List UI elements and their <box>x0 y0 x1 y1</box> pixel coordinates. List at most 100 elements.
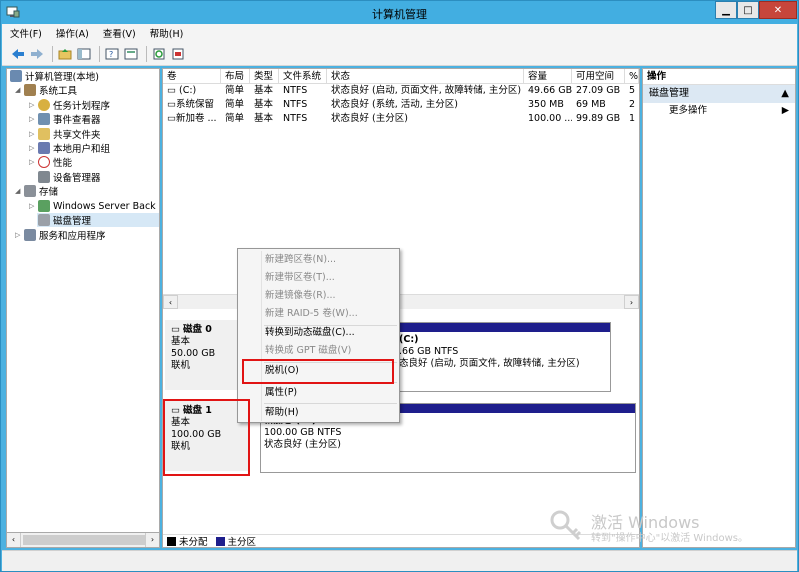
column-header-capacity[interactable]: 容量 <box>524 69 572 83</box>
tree-item-local-users[interactable]: ▷ 本地用户和组 <box>29 141 110 155</box>
title-bar[interactable]: 计算机管理 ▁ □ ✕ <box>1 1 798 24</box>
cell-capacity: 49.66 GB <box>528 85 572 96</box>
column-header-type[interactable]: 类型 <box>250 69 279 83</box>
cell-status: 状态良好 (启动, 页面文件, 故障转储, 主分区) <box>331 85 522 96</box>
minimize-button[interactable]: ▁ <box>715 1 737 19</box>
tree-item-root[interactable]: 计算机管理(本地) <box>9 69 99 83</box>
disk-size: 50.00 GB <box>171 348 216 359</box>
menu-item-convert-gpt: 转换成 GPT 磁盘(V) <box>265 345 352 356</box>
volume-size: 100.00 GB NTFS <box>264 427 342 438</box>
tree-label: 计算机管理(本地) <box>25 72 99 83</box>
navigation-tree: 计算机管理(本地) ◢ 系统工具 ▷ 任务计划程序 ▷ 事件查看器 ▷ 共享文件夹 ▷ 本… <box>6 68 160 548</box>
expand-arrow-icon[interactable]: ▷ <box>29 158 37 166</box>
table-horizontal-scrollbar[interactable]: ‹ › <box>163 294 639 309</box>
scroll-left-icon[interactable]: ‹ <box>7 533 21 547</box>
disk1-highlight-box <box>163 399 250 476</box>
scroll-thumb[interactable] <box>23 535 145 545</box>
up-folder-icon[interactable] <box>57 46 73 62</box>
refresh-icon[interactable] <box>151 46 167 62</box>
close-button[interactable]: ✕ <box>759 1 797 19</box>
cell-capacity: 350 MB <box>528 99 564 110</box>
help-icon[interactable]: ? <box>104 46 120 62</box>
tree-label: 存储 <box>39 187 59 198</box>
tree-label: 系统工具 <box>39 86 78 97</box>
tree-item-services-apps[interactable]: ▷ 服务和应用程序 <box>15 228 106 242</box>
collapse-arrow-icon[interactable]: ◢ <box>15 187 23 195</box>
volume-table-header: 卷 布局 类型 文件系统 状态 容量 可用空间 % <box>163 69 639 84</box>
expand-arrow-icon[interactable]: ▷ <box>29 101 37 109</box>
scroll-right-icon[interactable]: › <box>145 533 159 547</box>
submenu-arrow-icon: ▶ <box>781 105 789 116</box>
collapse-up-icon[interactable]: ▲ <box>781 85 789 103</box>
menu-item-help[interactable]: 帮助(H) <box>238 404 399 422</box>
expand-arrow-icon[interactable]: ▷ <box>29 202 37 210</box>
tools-icon <box>24 84 36 96</box>
column-header-layout[interactable]: 布局 <box>221 69 250 83</box>
column-header-volume[interactable]: 卷 <box>163 69 221 83</box>
cell-percent: 2 <box>629 99 636 110</box>
window-title: 计算机管理 <box>372 8 427 21</box>
tree-label: 本地用户和组 <box>53 144 111 155</box>
properties-icon[interactable] <box>123 46 139 62</box>
cell-filesystem: NTFS <box>283 85 308 96</box>
disk-name-text: 磁盘 0 <box>183 324 212 335</box>
tree-item-task-scheduler[interactable]: ▷ 任务计划程序 <box>29 98 110 112</box>
column-header-status[interactable]: 状态 <box>327 69 524 83</box>
tree-item-shared-folders[interactable]: ▷ 共享文件夹 <box>29 127 101 141</box>
disk-name: ▭ 磁盘 0 <box>171 324 212 335</box>
actions-pane: 操作 磁盘管理 ▲ 更多操作 ▶ <box>642 68 796 548</box>
volume-name: 系统保留 <box>175 99 214 110</box>
expand-arrow-icon[interactable]: ▷ <box>15 231 23 239</box>
tree-item-storage[interactable]: ◢ 存储 <box>15 184 58 198</box>
services-icon <box>24 229 36 241</box>
volume-name: 新加卷 ... <box>175 113 217 124</box>
menu-action[interactable]: 操作(A) <box>56 26 89 40</box>
key-icon <box>550 510 582 541</box>
collapse-arrow-icon[interactable]: ◢ <box>15 86 23 94</box>
tree-item-system-tools[interactable]: ◢ 系统工具 <box>15 83 77 97</box>
disk-state: 联机 <box>171 360 191 371</box>
table-row[interactable]: ▭新加卷 ... 简单 基本 NTFS 状态良好 (主分区) 100.00 ..… <box>163 112 639 126</box>
back-icon[interactable] <box>10 46 26 62</box>
toolbar: ? <box>2 42 797 66</box>
maximize-button[interactable]: □ <box>737 1 759 19</box>
expand-arrow-icon[interactable]: ▷ <box>29 115 37 123</box>
menu-file[interactable]: 文件(F) <box>10 26 42 40</box>
tree-item-windows-server-backup[interactable]: ▷ Windows Server Back <box>29 199 156 213</box>
table-row[interactable]: ▭ (C:) 简单 基本 NTFS 状态良好 (启动, 页面文件, 故障转储, … <box>163 84 639 98</box>
scroll-left-icon[interactable]: ‹ <box>163 295 178 309</box>
menu-item-properties[interactable]: 属性(P) <box>238 384 399 402</box>
menu-item-new-striped-volume: 新建带区卷(T)... <box>265 272 335 283</box>
scroll-right-icon[interactable]: › <box>624 295 639 309</box>
expand-arrow-icon[interactable]: ▷ <box>29 130 37 138</box>
disk-type: 基本 <box>171 336 191 347</box>
menu-item-convert-dynamic[interactable]: 转换到动态磁盘(C)... <box>238 324 399 342</box>
tree-item-disk-management[interactable]: 磁盘管理 <box>37 213 159 227</box>
menu-help[interactable]: 帮助(H) <box>150 26 184 40</box>
toolbar-separator <box>146 45 147 62</box>
tree-item-event-viewer[interactable]: ▷ 事件查看器 <box>29 112 101 126</box>
tree-horizontal-scrollbar[interactable]: ‹ › <box>6 532 160 548</box>
primary-partition-swatch <box>215 536 225 546</box>
actions-section-disk-management[interactable]: 磁盘管理 ▲ <box>643 85 795 103</box>
cell-status: 状态良好 (系统, 活动, 主分区) <box>331 99 459 110</box>
column-header-free-space[interactable]: 可用空间 <box>572 69 625 83</box>
forward-icon[interactable] <box>29 46 45 62</box>
table-row[interactable]: ▭系统保留 简单 基本 NTFS 状态良好 (系统, 活动, 主分区) 350 … <box>163 98 639 112</box>
column-header-filesystem[interactable]: 文件系统 <box>279 69 327 83</box>
svg-text:?: ? <box>109 50 113 59</box>
cell-filesystem: NTFS <box>283 113 308 124</box>
show-hide-tree-icon[interactable] <box>76 46 92 62</box>
export-icon[interactable] <box>170 46 186 62</box>
cell-type: 基本 <box>254 85 274 96</box>
column-header-percent[interactable]: % <box>625 69 639 83</box>
tree-label: 磁盘管理 <box>53 216 92 227</box>
clock-icon <box>38 99 50 111</box>
expand-arrow-icon[interactable]: ▷ <box>29 144 37 152</box>
menu-view[interactable]: 查看(V) <box>103 26 136 40</box>
more-actions-item[interactable]: 更多操作 ▶ <box>643 103 795 119</box>
legend-primary: 主分区 <box>227 537 257 548</box>
tree-item-device-manager[interactable]: 设备管理器 <box>37 170 101 184</box>
tree-label: 服务和应用程序 <box>39 231 106 242</box>
tree-item-performance[interactable]: ▷ 性能 <box>29 155 72 169</box>
